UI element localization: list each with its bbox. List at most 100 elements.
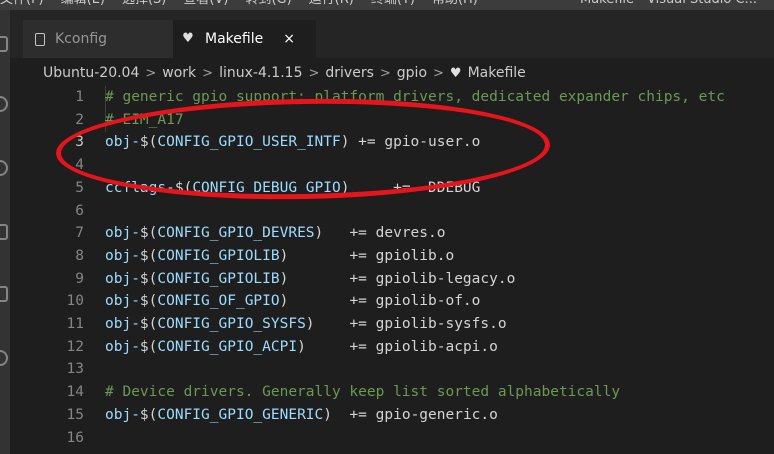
breadcrumb: Ubuntu-20.04 > work > linux-4.1.15 > drivers > g… <box>43 62 526 84</box>
menu-item[interactable]: 转到(G) <box>245 0 291 9</box>
code-token: obj- <box>105 247 140 264</box>
code-token: obj- <box>105 406 140 423</box>
tab-label: Kconfig <box>55 31 108 47</box>
chevron-right-icon: > <box>379 65 391 81</box>
line-number: 12 <box>66 338 84 355</box>
activity-bar <box>0 10 10 454</box>
code-token: CONFIG_GPIO_ACPI <box>157 338 298 355</box>
code-line: 8 obj-$(CONFIG_GPIOLIB) += gpiolib.o <box>10 245 774 268</box>
line-number: 13 <box>66 361 84 378</box>
line-number: 16 <box>66 429 84 446</box>
code-token: $( <box>139 338 158 355</box>
breadcrumb-item[interactable]: drivers <box>325 65 373 81</box>
close-icon[interactable]: × <box>283 31 295 47</box>
menu-bar: 文件(F) 编辑(E) 选择(S) 查看(V) 转到(G) 运行(R) 终端(T) 帮助(H)… <box>0 0 774 10</box>
menu-items: 文件(F) 编辑(E) 选择(S) 查看(V) 转到(G) 运行(R) 终端(T) 帮助(H) <box>0 0 495 9</box>
code-token: obj- <box>105 225 140 242</box>
source-control-icon[interactable] <box>0 160 8 176</box>
line-number: 9 <box>75 270 84 287</box>
line-number: 2 <box>75 111 84 128</box>
file-icon <box>35 32 45 46</box>
search-icon[interactable] <box>0 96 8 112</box>
code-line: 16 <box>10 427 774 450</box>
makefile-icon: ♥ <box>449 65 462 81</box>
line-number: 6 <box>75 202 84 219</box>
breadcrumb-item[interactable]: Makefile <box>468 65 526 81</box>
code-token: $( <box>139 406 158 423</box>
menu-item[interactable]: 查看(V) <box>183 0 228 9</box>
code-line: 11 obj-$(CONFIG_GPIO_SYSFS) += gpiolib-sy… <box>10 313 774 336</box>
code-text: obj-$(CONFIG_GPIO_ACPI) += gpiolib-acpi.… <box>105 336 498 359</box>
breadcrumb-item[interactable]: gpio <box>397 65 427 81</box>
menu-item[interactable]: 选择(S) <box>122 0 166 9</box>
code-token: CONFIG_GPIO_GENERIC <box>157 406 324 423</box>
code-token: ) += gpio-generic.o <box>323 406 498 423</box>
tab-makefile[interactable]: ♥ Makefile × <box>173 20 316 58</box>
code-line: 10 obj-$(CONFIG_OF_GPIO) += gpiolib-of.o <box>10 290 774 313</box>
code-text: obj-$(CONFIG_GPIOLIB) += gpiolib-legacy.… <box>105 268 515 291</box>
line-number: 10 <box>66 293 84 310</box>
code-line: 6 <box>10 200 774 223</box>
code-token: ) += gpiolib-legacy.o <box>279 270 516 287</box>
code-token: CONFIG_GPIOLIB <box>157 270 280 287</box>
code-token: obj- <box>105 270 140 287</box>
code-line: 12 obj-$(CONFIG_GPIO_ACPI) += gpiolib-acp… <box>10 336 774 359</box>
line-number: 1 <box>75 89 84 105</box>
code-text: obj-$(CONFIG_GPIO_GENERIC) += gpio-gener… <box>105 404 498 427</box>
menu-item[interactable]: 编辑(E) <box>61 0 105 9</box>
code-line: 9 obj-$(CONFIG_GPIOLIB) += gpiolib-legacy… <box>10 268 774 291</box>
run-debug-icon[interactable] <box>0 224 8 240</box>
tab-bar: Kconfig ♥ Makefile × <box>10 10 774 58</box>
code-token: CONFIG_GPIO_SYSFS <box>157 316 306 332</box>
line-number: 7 <box>75 225 84 242</box>
code-token: ) += devres.o <box>314 225 446 242</box>
code-text: obj-$(CONFIG_GPIO_DEVRES) += devres.o <box>105 222 445 245</box>
code-token: CONFIG_GPIOLIB <box>157 247 280 264</box>
code-token: CONFIG_GPIO_DEVRES <box>157 225 315 242</box>
code-token: $( <box>139 316 158 332</box>
line-number: 8 <box>75 247 84 264</box>
code-line: 14 # Device drivers. Generally keep list … <box>10 381 774 404</box>
line-number: 11 <box>66 316 84 332</box>
code-token: $( <box>139 293 158 310</box>
menu-item[interactable]: 终端(T) <box>371 0 415 9</box>
code-token: ) += gpiolib-of.o <box>279 293 481 310</box>
code-text: obj-$(CONFIG_GPIO_SYSFS) += gpiolib-sysf… <box>105 313 507 336</box>
code-token: # Device drivers. Generally keep list so… <box>105 384 621 401</box>
code-token: $( <box>139 225 158 242</box>
extensions-icon[interactable] <box>0 286 8 302</box>
menu-item[interactable]: 运行(R) <box>309 0 354 9</box>
code-token: $( <box>139 270 158 287</box>
code-token: obj- <box>105 338 140 355</box>
code-token: ) += gpiolib.o <box>279 247 455 264</box>
explorer-icon[interactable] <box>0 36 8 52</box>
line-number: 14 <box>66 384 84 401</box>
chevron-right-icon: > <box>202 65 214 81</box>
code-text: # Device drivers. Generally keep list so… <box>105 381 620 404</box>
breadcrumb-item[interactable]: Ubuntu-20.04 <box>43 65 139 81</box>
code-token: ) += gpiolib-sysfs.o <box>305 316 507 332</box>
code-token: $( <box>139 247 158 264</box>
code-line: 15 obj-$(CONFIG_GPIO_GENERIC) += gpio-gen… <box>10 404 774 427</box>
chevron-right-icon: > <box>308 65 320 81</box>
chevron-right-icon: > <box>145 65 157 81</box>
breadcrumb-item[interactable]: linux-4.1.15 <box>219 65 302 81</box>
line-number: 15 <box>66 406 84 423</box>
code-text: obj-$(CONFIG_OF_GPIO) += gpiolib-of.o <box>105 290 480 313</box>
code-token: obj- <box>105 293 140 310</box>
tab-kconfig[interactable]: Kconfig <box>23 20 173 58</box>
code-token: CONFIG_OF_GPIO <box>157 293 280 310</box>
code-line: 13 <box>10 358 774 381</box>
line-number: 5 <box>75 179 84 196</box>
remote-icon[interactable] <box>0 350 8 366</box>
menu-item[interactable]: 文件(F) <box>0 0 44 9</box>
code-text: obj-$(CONFIG_GPIOLIB) += gpiolib.o <box>105 245 454 268</box>
window-title: Makefile - Visual Studio C... <box>580 0 757 9</box>
makefile-icon: ♥ <box>182 31 194 46</box>
menu-item[interactable]: 帮助(H) <box>432 0 478 9</box>
code-token: obj- <box>105 316 140 332</box>
code-line: 7 obj-$(CONFIG_GPIO_DEVRES) += devres.o <box>10 222 774 245</box>
code-token: ) += gpiolib-acpi.o <box>297 338 498 355</box>
breadcrumb-item[interactable]: work <box>162 65 196 81</box>
chevron-right-icon: > <box>433 65 444 81</box>
